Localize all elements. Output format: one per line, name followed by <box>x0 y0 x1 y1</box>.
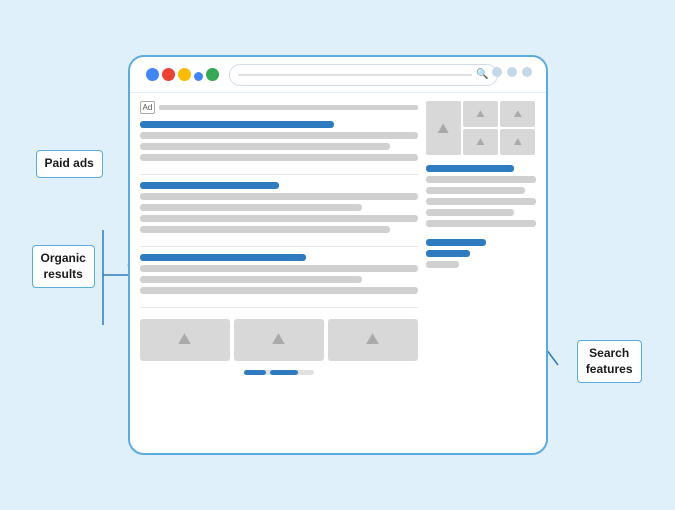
img-icon-2: ⛰ <box>272 331 285 349</box>
scrollbar-thumb <box>244 370 266 375</box>
result-desc-2 <box>140 143 390 150</box>
google-dot-red <box>162 68 175 81</box>
kp-img-sm-3-icon: ⛰ <box>476 137 484 148</box>
bottom-img-3: ⛰ <box>328 319 418 361</box>
kp-img-large: ⛰ <box>426 101 461 155</box>
knowledge-panel-bars <box>426 165 536 268</box>
window-controls <box>492 67 532 77</box>
organic-desc-2b <box>140 276 362 283</box>
search-bar[interactable]: 🔍 <box>229 64 498 86</box>
result-title-bar <box>140 121 335 128</box>
kp-line-3 <box>426 198 536 205</box>
organic-desc-1a <box>140 193 418 200</box>
ad-row: Ad <box>140 101 418 114</box>
kp-img-sm-2: ⛰ <box>500 101 535 127</box>
kp-line-4 <box>426 209 514 216</box>
right-column: ⛰ ⛰ ⛰ ⛰ ⛰ <box>426 101 536 445</box>
scrollbar-row <box>140 366 418 377</box>
browser-titlebar: 🔍 <box>130 57 546 93</box>
separator-3 <box>140 307 418 308</box>
kp-img-large-icon: ⛰ <box>437 120 449 137</box>
img-icon-3: ⛰ <box>366 331 379 349</box>
window-dot-3 <box>522 67 532 77</box>
browser-window: 🔍 Ad <box>128 55 548 455</box>
kp-img-sm-1-icon: ⛰ <box>476 109 484 120</box>
kp-title <box>426 165 514 172</box>
search-bar-text <box>238 74 473 76</box>
organic-desc-2a <box>140 265 418 272</box>
google-dot-blue <box>146 68 159 81</box>
kp-line-6 <box>426 261 459 268</box>
kp-blue-line <box>426 239 487 246</box>
kp-line-5 <box>426 220 536 227</box>
window-dot-2 <box>507 67 517 77</box>
browser-content: Ad <box>130 93 546 453</box>
organic-desc-2c <box>140 287 418 294</box>
scrollbar-track[interactable] <box>244 370 314 375</box>
paid-result-1 <box>140 121 418 161</box>
top-image-grid: ⛰ ⛰ ⛰ ⛰ ⛰ <box>426 101 536 155</box>
separator-2 <box>140 246 418 247</box>
organic-results-label: Organicresults <box>32 245 95 288</box>
left-column: Ad <box>140 101 418 445</box>
paid-ads-label: Paid ads <box>36 150 103 178</box>
result-desc-1 <box>140 132 418 139</box>
google-dot-yellow <box>178 68 191 81</box>
ad-badge: Ad <box>140 101 156 114</box>
organic-result-1 <box>140 182 418 233</box>
organic-title-2 <box>140 254 307 261</box>
kp-img-sm-3: ⛰ <box>463 129 498 155</box>
kp-blue-line-2 <box>426 250 470 257</box>
kp-img-sm-4: ⛰ <box>500 129 535 155</box>
bottom-img-2: ⛰ <box>234 319 324 361</box>
organic-title-1 <box>140 182 279 189</box>
img-icon-1: ⛰ <box>178 331 191 349</box>
kp-img-sm-2-icon: ⛰ <box>514 109 522 120</box>
result-desc-3 <box>140 154 418 161</box>
organic-desc-1b <box>140 204 362 211</box>
organic-result-2 <box>140 254 418 294</box>
scene: Paid ads Organicresults Searchfeatures 🔍 <box>28 20 648 490</box>
organic-desc-1d <box>140 226 390 233</box>
image-results-row: ⛰ ⛰ ⛰ <box>140 319 418 361</box>
ad-url-line <box>159 105 417 110</box>
kp-img-sm-4-icon: ⛰ <box>514 137 522 148</box>
google-dot-blue2 <box>194 72 203 81</box>
kp-img-sm-1: ⛰ <box>463 101 498 127</box>
window-dot-1 <box>492 67 502 77</box>
scrollbar-thumb2 <box>270 370 298 375</box>
kp-line-2 <box>426 187 525 194</box>
search-features-label: Searchfeatures <box>577 340 642 383</box>
google-logo <box>146 68 219 81</box>
bottom-img-1: ⛰ <box>140 319 230 361</box>
kp-line-1 <box>426 176 536 183</box>
separator-1 <box>140 174 418 175</box>
organic-desc-1c <box>140 215 418 222</box>
google-dot-green <box>206 68 219 81</box>
search-icon: 🔍 <box>476 69 488 80</box>
